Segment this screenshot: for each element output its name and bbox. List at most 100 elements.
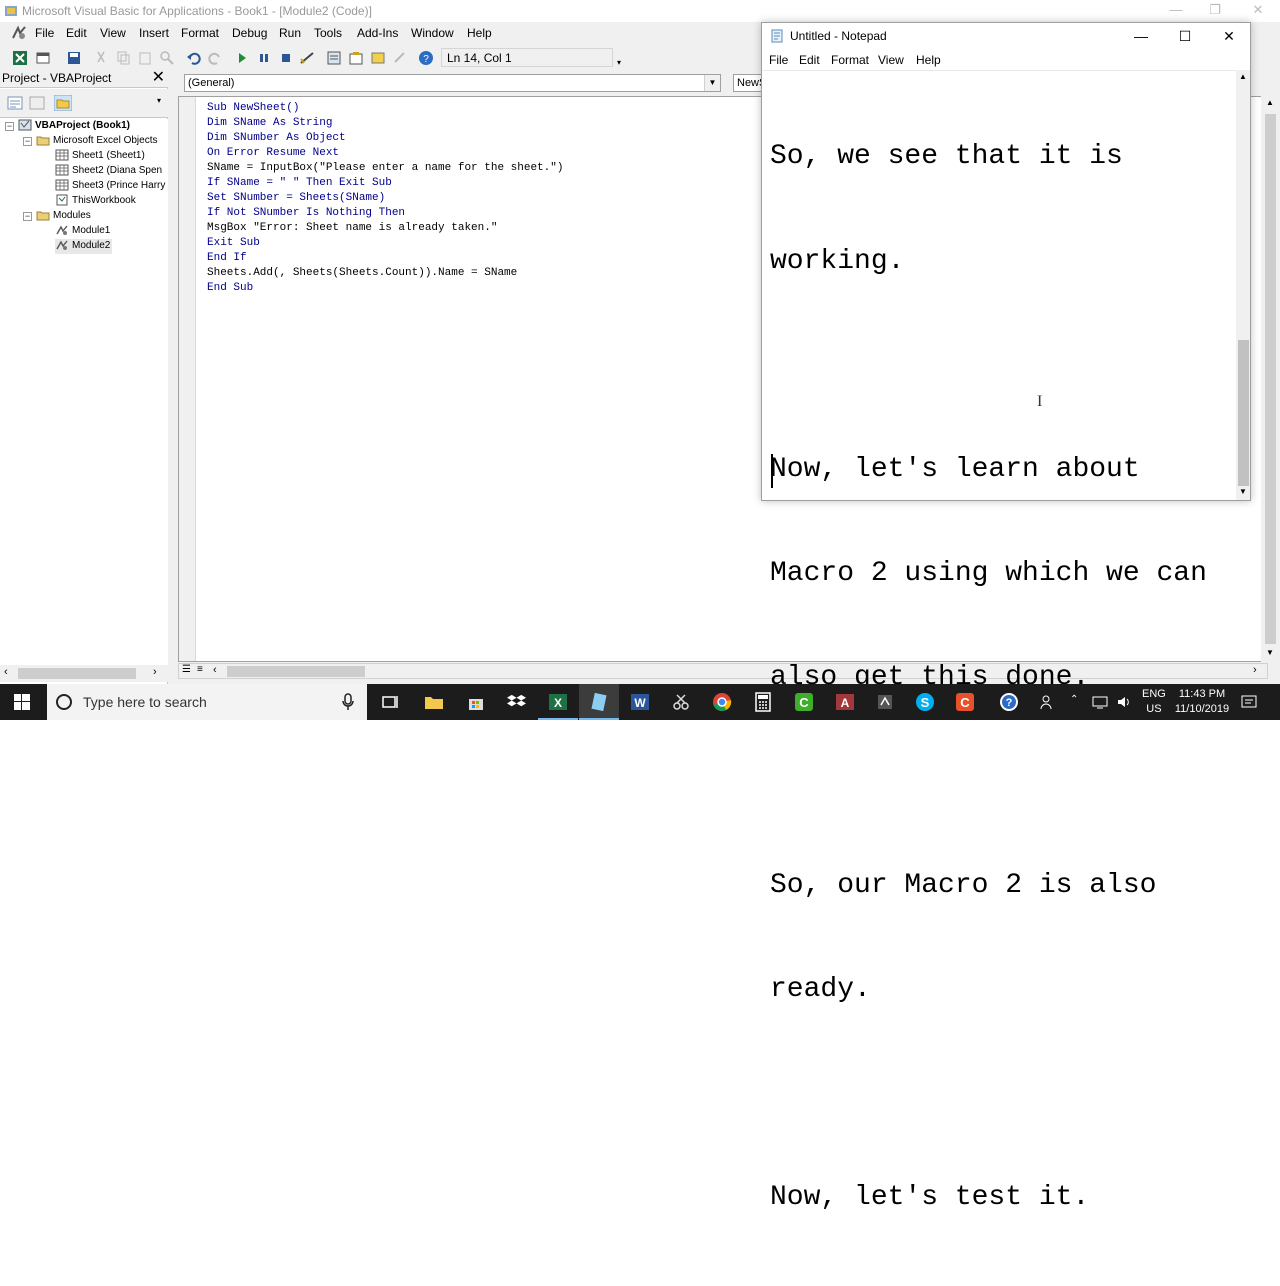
taskbar-clock[interactable]: 11:43 PM 11/10/2019 [1172, 687, 1232, 717]
scroll-left-icon[interactable]: ‹ [4, 666, 8, 678]
taskbar-excel[interactable]: X [538, 684, 578, 720]
taskbar-calculator[interactable] [743, 684, 783, 720]
scroll-down-icon[interactable]: ▼ [1266, 648, 1274, 657]
taskbar-dropbox[interactable] [497, 684, 537, 720]
scroll-down-icon[interactable]: ▼ [1239, 487, 1247, 496]
project-pane-hscrollbar[interactable]: ‹ › [0, 665, 168, 682]
taskbar-word[interactable]: W [620, 684, 660, 720]
notifications-icon[interactable] [1240, 693, 1258, 714]
copy-icon[interactable] [115, 50, 131, 66]
menu-file[interactable]: File [35, 26, 54, 40]
menu-view[interactable]: View [100, 26, 126, 40]
taskbar-snipping-tool[interactable] [661, 684, 701, 720]
toolbar-overflow-icon[interactable]: ▾ [614, 48, 624, 68]
taskbar-store[interactable] [456, 684, 496, 720]
tree-item-sheet1[interactable]: Sheet1 (Sheet1) [55, 149, 145, 164]
taskbar-chrome[interactable] [702, 684, 742, 720]
break-icon[interactable] [256, 50, 272, 66]
project-explorer-icon[interactable] [326, 50, 342, 66]
notepad-vscrollbar[interactable]: ▲ ▼ [1236, 70, 1250, 500]
paste-icon[interactable] [137, 50, 153, 66]
taskbar-access[interactable]: A [825, 684, 865, 720]
notepad-vscroll-thumb[interactable] [1238, 340, 1249, 486]
run-icon[interactable] [234, 50, 250, 66]
menu-format[interactable]: Format [181, 26, 219, 40]
taskbar-file-explorer[interactable] [414, 684, 454, 720]
taskbar-skype[interactable]: S [905, 684, 945, 720]
tree-folder-excel-objects[interactable]: Microsoft Excel Objects [36, 134, 157, 149]
redo-icon[interactable] [207, 50, 223, 66]
project-pane-hscroll-thumb[interactable] [18, 668, 136, 679]
network-icon[interactable] [1092, 694, 1108, 713]
object-combobox[interactable]: (General) ▼ [184, 74, 721, 92]
vbe-minimize-button[interactable]: — [1158, 0, 1194, 22]
taskbar-camtasia-recorder[interactable]: C [945, 684, 985, 720]
tree-root-vbaproject[interactable]: VBAProject (Book1) [18, 119, 130, 134]
menu-run[interactable]: Run [279, 26, 301, 40]
show-hidden-icons-icon[interactable]: ⌃ [1070, 694, 1078, 705]
object-browser-icon[interactable] [370, 50, 386, 66]
reset-icon[interactable] [278, 50, 294, 66]
view-excel-icon[interactable] [12, 50, 28, 66]
taskbar-notepad[interactable] [579, 684, 619, 720]
tree-item-module2[interactable]: Module2 [55, 239, 113, 254]
tree-item-module1[interactable]: Module1 [55, 224, 110, 239]
tree-item-sheet3[interactable]: Sheet3 (Prince Harry [55, 179, 165, 194]
close-button[interactable]: ✕ [1207, 23, 1251, 50]
code-hscroll-thumb[interactable] [227, 666, 365, 677]
code-vscroll-thumb[interactable] [1265, 114, 1276, 644]
toggle-folders-icon[interactable] [54, 95, 72, 111]
close-icon[interactable]: ✕ [152, 70, 165, 86]
maximize-button[interactable]: ☐ [1163, 23, 1207, 50]
tree-folder-modules[interactable]: Modules [36, 209, 91, 224]
start-button[interactable] [0, 684, 46, 720]
menu-help[interactable]: Help [467, 26, 492, 40]
notepad-text-area[interactable]: So, we see that it is working. Now, let'… [762, 70, 1236, 1213]
insert-module-icon[interactable] [35, 50, 51, 66]
toolbox-icon[interactable] [392, 50, 408, 66]
microphone-icon[interactable] [342, 693, 354, 711]
collapse-icon[interactable]: − [5, 122, 14, 131]
collapse-icon[interactable]: − [23, 212, 32, 221]
menu-tools[interactable]: Tools [314, 26, 342, 40]
taskbar-help[interactable]: ? [989, 684, 1029, 720]
view-code-icon[interactable] [6, 95, 24, 111]
properties-icon[interactable] [348, 50, 364, 66]
taskbar-camtasia[interactable]: C [784, 684, 824, 720]
menu-window[interactable]: Window [411, 26, 454, 40]
notepad-menu-format[interactable]: Format [831, 53, 869, 67]
scroll-up-icon[interactable]: ▲ [1266, 98, 1274, 107]
task-view-button[interactable] [370, 684, 410, 720]
help-icon[interactable]: ? [418, 50, 434, 66]
pane-toolbar-overflow-icon[interactable]: ▾ [157, 96, 161, 105]
design-mode-icon[interactable] [299, 50, 315, 66]
volume-icon[interactable] [1116, 694, 1132, 713]
scroll-right-icon[interactable]: › [153, 666, 157, 678]
menu-add-ins[interactable]: Add-Ins [357, 26, 398, 40]
code-vscrollbar[interactable]: ▲ ▼ [1261, 96, 1280, 662]
notepad-menu-help[interactable]: Help [916, 53, 941, 67]
find-icon[interactable] [159, 50, 175, 66]
menu-insert[interactable]: Insert [139, 26, 169, 40]
scroll-up-icon[interactable]: ▲ [1239, 72, 1247, 81]
undo-icon[interactable] [186, 50, 202, 66]
scroll-left-icon[interactable]: ‹ [213, 664, 217, 676]
procedure-view-icon[interactable]: ☰ [182, 664, 191, 675]
vbe-doc-icon[interactable] [10, 24, 28, 42]
notepad-menu-view[interactable]: View [878, 53, 904, 67]
taskbar-search-box[interactable]: Type here to search [47, 684, 367, 720]
scroll-right-icon[interactable]: › [1253, 664, 1257, 676]
vbe-restore-button[interactable]: ❐ [1197, 0, 1233, 22]
view-object-icon[interactable] [28, 95, 46, 111]
tree-item-thisworkbook[interactable]: ThisWorkbook [55, 194, 136, 209]
minimize-button[interactable]: — [1119, 23, 1163, 50]
collapse-icon[interactable]: − [23, 137, 32, 146]
menu-debug[interactable]: Debug [232, 26, 267, 40]
full-module-view-icon[interactable]: ≡ [197, 664, 203, 675]
save-icon[interactable] [66, 50, 82, 66]
code-margin-indicator-bar[interactable] [179, 97, 196, 661]
vbe-close-button[interactable]: ✕ [1240, 0, 1276, 22]
taskbar-app[interactable] [865, 684, 905, 720]
notepad-menu-edit[interactable]: Edit [799, 53, 820, 67]
menu-edit[interactable]: Edit [66, 26, 87, 40]
